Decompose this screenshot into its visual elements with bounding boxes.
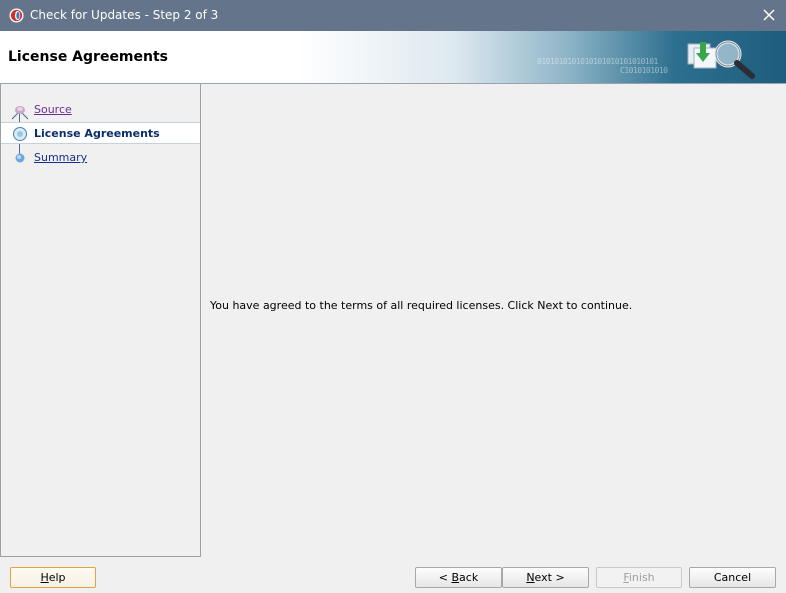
- help-mnemonic: H: [40, 571, 49, 584]
- back-mnemonic: B: [451, 571, 460, 584]
- window-title: Check for Updates - Step 2 of 3: [30, 8, 219, 22]
- page-title: License Agreements: [8, 49, 169, 65]
- back-button[interactable]: < Back: [415, 567, 502, 588]
- wizard-steps-panel: Source License Agreements Summary: [0, 84, 201, 557]
- finish-label-rest: inish: [628, 571, 655, 584]
- next-label-rest: ext >: [534, 571, 565, 584]
- next-button[interactable]: Next >: [502, 567, 589, 588]
- visited-step-node-icon: [11, 106, 29, 120]
- banner-binary-decoration-2: C1010101010: [620, 66, 668, 75]
- future-step-node-icon: [15, 153, 25, 163]
- page-header-banner: License Agreements 010101010101010101010…: [0, 31, 786, 84]
- step-license-agreements[interactable]: License Agreements: [1, 122, 200, 144]
- button-bar: Help < Back Next > Finish Cancel: [0, 557, 786, 593]
- step-summary[interactable]: Summary: [1, 147, 200, 169]
- license-status-message: You have agreed to the terms of all requ…: [210, 299, 633, 312]
- title-bar: Check for Updates - Step 2 of 3: [0, 0, 786, 31]
- back-label-rest: ack: [459, 571, 479, 584]
- update-magnifier-icon: [687, 40, 755, 79]
- banner-binary-decoration: 0101010101010101010101010101: [537, 57, 658, 66]
- step-source-label[interactable]: Source: [34, 103, 72, 116]
- main-content-area: You have agreed to the terms of all requ…: [202, 84, 786, 557]
- current-step-node-icon: [13, 127, 27, 141]
- next-mnemonic: N: [526, 571, 535, 584]
- close-icon[interactable]: [761, 7, 777, 23]
- cancel-button[interactable]: Cancel: [689, 567, 776, 588]
- step-summary-label[interactable]: Summary: [34, 151, 87, 164]
- help-button[interactable]: Help: [10, 567, 96, 588]
- step-source[interactable]: Source: [1, 99, 200, 121]
- back-label-prefix: <: [438, 571, 452, 584]
- finish-button[interactable]: Finish: [596, 567, 682, 588]
- help-label-rest: elp: [48, 571, 66, 584]
- step-license-agreements-label[interactable]: License Agreements: [34, 127, 160, 140]
- jdeveloper-app-icon: [9, 8, 24, 23]
